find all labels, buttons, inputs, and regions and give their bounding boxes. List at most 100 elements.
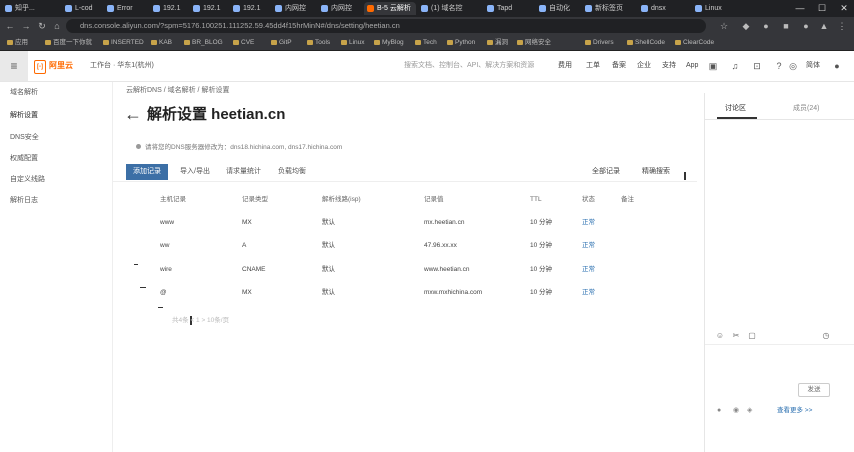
browser-tab[interactable]: 内网控 — [318, 2, 363, 15]
bookmark-item[interactable]: Drivers — [584, 37, 614, 48]
browser-tab[interactable]: 192.1 — [190, 2, 228, 15]
sidebar-item-log[interactable]: 解析日志 — [10, 196, 38, 206]
bookmark-item[interactable]: MyBlog — [373, 37, 404, 48]
sidebar-item-resolve-settings[interactable]: 解析设置 — [10, 111, 38, 121]
bookmark-item[interactable]: Linux — [340, 37, 365, 48]
nav-tickets[interactable]: 工单 — [586, 60, 600, 72]
breadcrumb[interactable]: 云解析DNS / 域名解析 / 解析设置 — [126, 85, 229, 95]
bookmark-item[interactable]: INSERTED — [102, 37, 144, 48]
back-nav-icon[interactable]: ← — [4, 20, 16, 32]
nav-filing[interactable]: 备案 — [612, 60, 626, 72]
browser-tab[interactable]: Tapd — [484, 2, 534, 15]
sidebar-item-authority[interactable]: 权威配置 — [10, 154, 38, 164]
bookmark-item[interactable]: ClearCode — [674, 37, 714, 48]
browser-tab-active[interactable]: B-5 云解析 — [364, 2, 416, 15]
profile-icon[interactable]: ● — [800, 20, 812, 32]
aliyun-logo[interactable]: [-] 阿里云 — [34, 60, 73, 74]
tab-members[interactable]: 成员(24) — [793, 104, 819, 114]
tab-label: 192.1 — [243, 5, 261, 12]
table-cell-status[interactable]: 正常 — [582, 241, 595, 251]
console-search-input[interactable]: 搜索文档、控制台、API、解决方案和资源 — [404, 60, 534, 72]
mic-icon[interactable]: ● — [717, 406, 721, 416]
globe-icon[interactable]: ◎ — [788, 60, 798, 72]
all-records-dropdown[interactable]: 全部记录 — [592, 164, 620, 180]
browser-menu-icon[interactable]: ⋮ — [836, 20, 848, 32]
minimize-button[interactable]: — — [790, 0, 810, 17]
bookmark-item[interactable]: 百度一下你就 — [44, 37, 92, 48]
table-cell-ttl: 10 分钟 — [530, 219, 553, 226]
bell-icon[interactable]: ♫ — [730, 60, 740, 72]
exact-search-input[interactable]: 精确搜索 — [642, 164, 670, 180]
help-icon[interactable]: ? — [774, 60, 784, 72]
nav-enterprise[interactable]: 企业 — [637, 60, 651, 72]
table-cell-type: A — [242, 242, 247, 249]
extension-icon[interactable]: ■ — [780, 20, 792, 32]
import-export-button[interactable]: 导入/导出 — [180, 164, 210, 180]
star-icon[interactable]: ☆ — [718, 20, 730, 32]
sidebar-item-domain-resolve[interactable]: 域名解析 — [10, 88, 38, 98]
bookmark-item[interactable]: 应用 — [6, 37, 28, 48]
back-arrow-icon[interactable]: ← — [124, 104, 142, 124]
reload-icon[interactable]: ↻ — [36, 20, 48, 32]
browser-tab[interactable]: L-cod — [62, 2, 110, 15]
scissors-icon[interactable]: ✂ — [731, 331, 741, 341]
bookmark-item[interactable]: 网络安全 — [516, 37, 551, 48]
browser-tab[interactable]: 自动化 — [536, 2, 580, 15]
thumb-icon[interactable]: ◉ — [733, 406, 739, 416]
nav-support[interactable]: 支持 — [662, 60, 676, 72]
bookmark-item[interactable]: ShellCode — [626, 37, 665, 48]
bookmark-item[interactable]: Tech — [414, 37, 437, 48]
tab-label: Error — [117, 5, 133, 12]
avatar[interactable]: ● — [832, 60, 842, 72]
send-button[interactable]: 发送 — [798, 383, 830, 397]
nav-app[interactable]: App — [686, 60, 698, 72]
add-record-button[interactable]: 添加记录 — [126, 164, 168, 180]
workbench-selector[interactable]: 工作台 · 华东1(杭州) — [90, 60, 154, 72]
image-icon[interactable]: ▢ — [747, 331, 757, 341]
share-icon[interactable]: ◈ — [747, 406, 752, 416]
emoji-icon[interactable]: ☺ — [715, 331, 725, 341]
browser-tab[interactable]: Linux — [692, 2, 730, 15]
nav-fees[interactable]: 费用 — [558, 60, 572, 72]
bookmark-item[interactable]: GitP — [270, 37, 292, 48]
table-cell-status[interactable]: 正常 — [582, 265, 595, 275]
load-balance-button[interactable]: 负载均衡 — [278, 164, 306, 180]
browser-tab[interactable]: 192.1 — [150, 2, 188, 15]
menu-icon[interactable]: ≡ — [0, 51, 28, 81]
home-icon[interactable]: ⌂ — [51, 20, 63, 32]
url-input[interactable]: dns.console.aliyun.com/?spm=5176.100251.… — [66, 19, 706, 33]
browser-tab[interactable]: (1) 域名控 — [418, 2, 470, 15]
terminal-icon[interactable]: ▣ — [708, 60, 718, 72]
forward-nav-icon[interactable]: → — [20, 20, 32, 32]
browser-tab[interactable]: Error — [104, 2, 149, 15]
bookmark-item[interactable]: Tools — [306, 37, 330, 48]
extension-icon[interactable]: ◆ — [740, 20, 752, 32]
language-switch[interactable]: 简体 — [806, 60, 820, 72]
browser-tab[interactable]: 知乎... — [2, 2, 50, 15]
maximize-button[interactable]: ☐ — [812, 0, 832, 17]
table-cell-status[interactable]: 正常 — [582, 288, 595, 298]
close-window-button[interactable]: ✕ — [834, 0, 854, 17]
pagination[interactable]: 共4条 < 1 > 10条/页 — [172, 314, 229, 324]
bookmark-item[interactable]: Python — [446, 37, 475, 48]
tab-label: L-cod — [75, 5, 93, 12]
history-icon[interactable]: ◷ — [821, 331, 831, 341]
sidebar-item-custom-line[interactable]: 自定义线路 — [10, 175, 45, 185]
bookmark-item[interactable]: KAB — [150, 37, 172, 48]
browser-tab[interactable]: 内网控 — [272, 2, 317, 15]
browser-tab[interactable]: dnsx — [638, 2, 682, 15]
extension-icon[interactable]: ● — [760, 20, 772, 32]
extension-icon[interactable]: ▲ — [818, 20, 830, 32]
table-cell-line: 默认 — [322, 289, 335, 296]
sidebar-item-dns-security[interactable]: DNS安全 — [10, 133, 39, 143]
bookmark-item[interactable]: 漏洞 — [486, 37, 508, 48]
bookmark-item[interactable]: CVE — [232, 37, 254, 48]
table-cell-status[interactable]: 正常 — [582, 218, 595, 228]
bookmark-item[interactable]: BR_BLOG — [183, 37, 223, 48]
tab-discussion[interactable]: 讨论区 — [725, 104, 746, 114]
browser-tab[interactable]: 新标签页 — [582, 2, 626, 15]
cart-icon[interactable]: ⊡ — [752, 60, 762, 72]
view-more-link[interactable]: 查看更多 >> — [777, 406, 812, 416]
browser-tab[interactable]: 192.1 — [230, 2, 268, 15]
request-stats-button[interactable]: 请求量统计 — [226, 164, 261, 180]
